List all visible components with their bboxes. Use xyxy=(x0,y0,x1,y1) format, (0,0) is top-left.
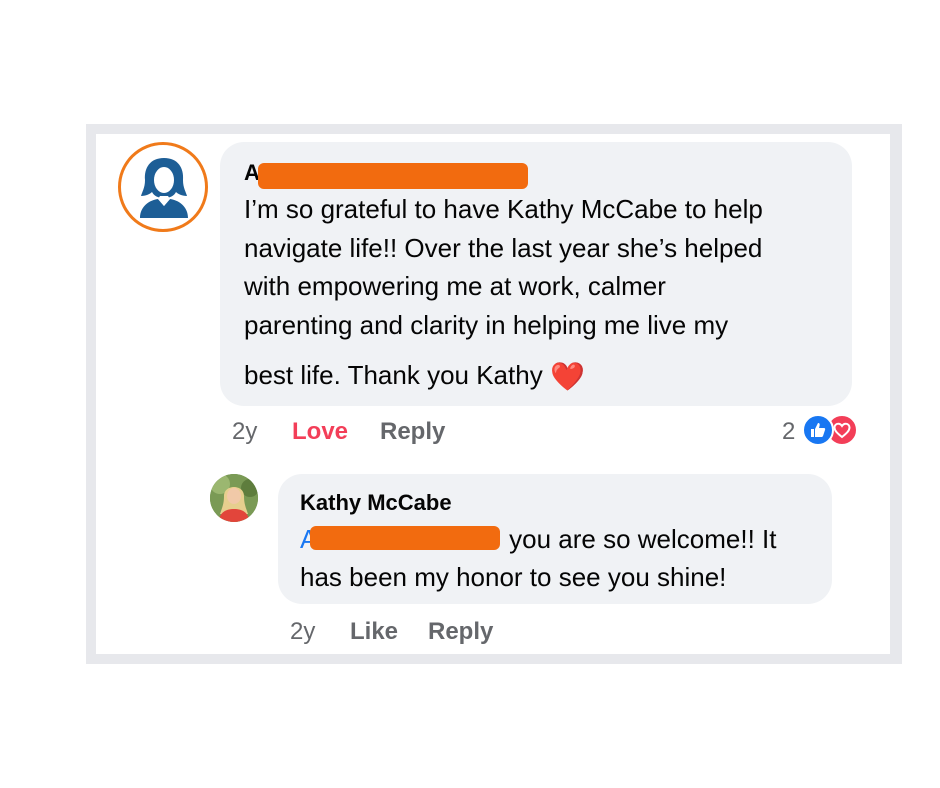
reply-line: has been my honor to see you shine! xyxy=(300,562,727,592)
comment-text: I’m so grateful to have Kathy McCabe to … xyxy=(244,190,828,397)
reply-time[interactable]: 2y xyxy=(290,618,315,646)
comment-line: parenting and clarity in helping me live… xyxy=(244,309,729,340)
heart-emoji: ❤️ xyxy=(549,361,585,392)
reply-button[interactable]: Reply xyxy=(428,618,493,646)
avatar[interactable] xyxy=(118,142,208,232)
like-button[interactable]: Like xyxy=(350,618,398,646)
comments-panel: A I’m so grateful to have Kathy McCabe t… xyxy=(96,134,890,654)
reply-line-1-text: you are so welcome!! It xyxy=(509,524,777,554)
redacted-mention xyxy=(310,526,500,550)
redacted-name xyxy=(258,163,528,189)
comment-time[interactable]: 2y xyxy=(232,418,257,446)
love-button[interactable]: Love xyxy=(292,418,348,446)
comment-author[interactable]: A xyxy=(244,160,828,190)
comment-last-line: best life. Thank you Kathy xyxy=(244,360,543,390)
reaction-count: 2 xyxy=(782,418,796,445)
comment-actions: 2y Love Reply xyxy=(232,418,532,448)
screenshot-frame: A I’m so grateful to have Kathy McCabe t… xyxy=(86,124,902,664)
reply-avatar[interactable] xyxy=(210,474,258,522)
comment-line: with empowering me at work, calmer xyxy=(244,271,666,301)
reply-author[interactable]: Kathy McCabe xyxy=(300,490,808,520)
reply-text: A you are so welcome!! It has been my ho… xyxy=(300,520,808,596)
reply-button[interactable]: Reply xyxy=(380,418,445,446)
comment-line: I’m so grateful to have Kathy McCabe to … xyxy=(244,194,763,224)
reply-bubble: Kathy McCabe A you are so welcome!! It h… xyxy=(278,474,832,604)
reply-actions: 2y Like Reply xyxy=(290,618,590,648)
like-icon xyxy=(802,414,834,446)
comment-bubble: A I’m so grateful to have Kathy McCabe t… xyxy=(220,142,852,406)
comment-line: best life. Thank you Kathy ❤️ xyxy=(244,356,828,397)
profile-photo-icon xyxy=(210,474,258,522)
person-icon xyxy=(140,158,188,218)
reply-line: A you are so welcome!! It xyxy=(300,520,808,558)
comment-line: navigate life!! Over the last year she’s… xyxy=(244,232,763,263)
